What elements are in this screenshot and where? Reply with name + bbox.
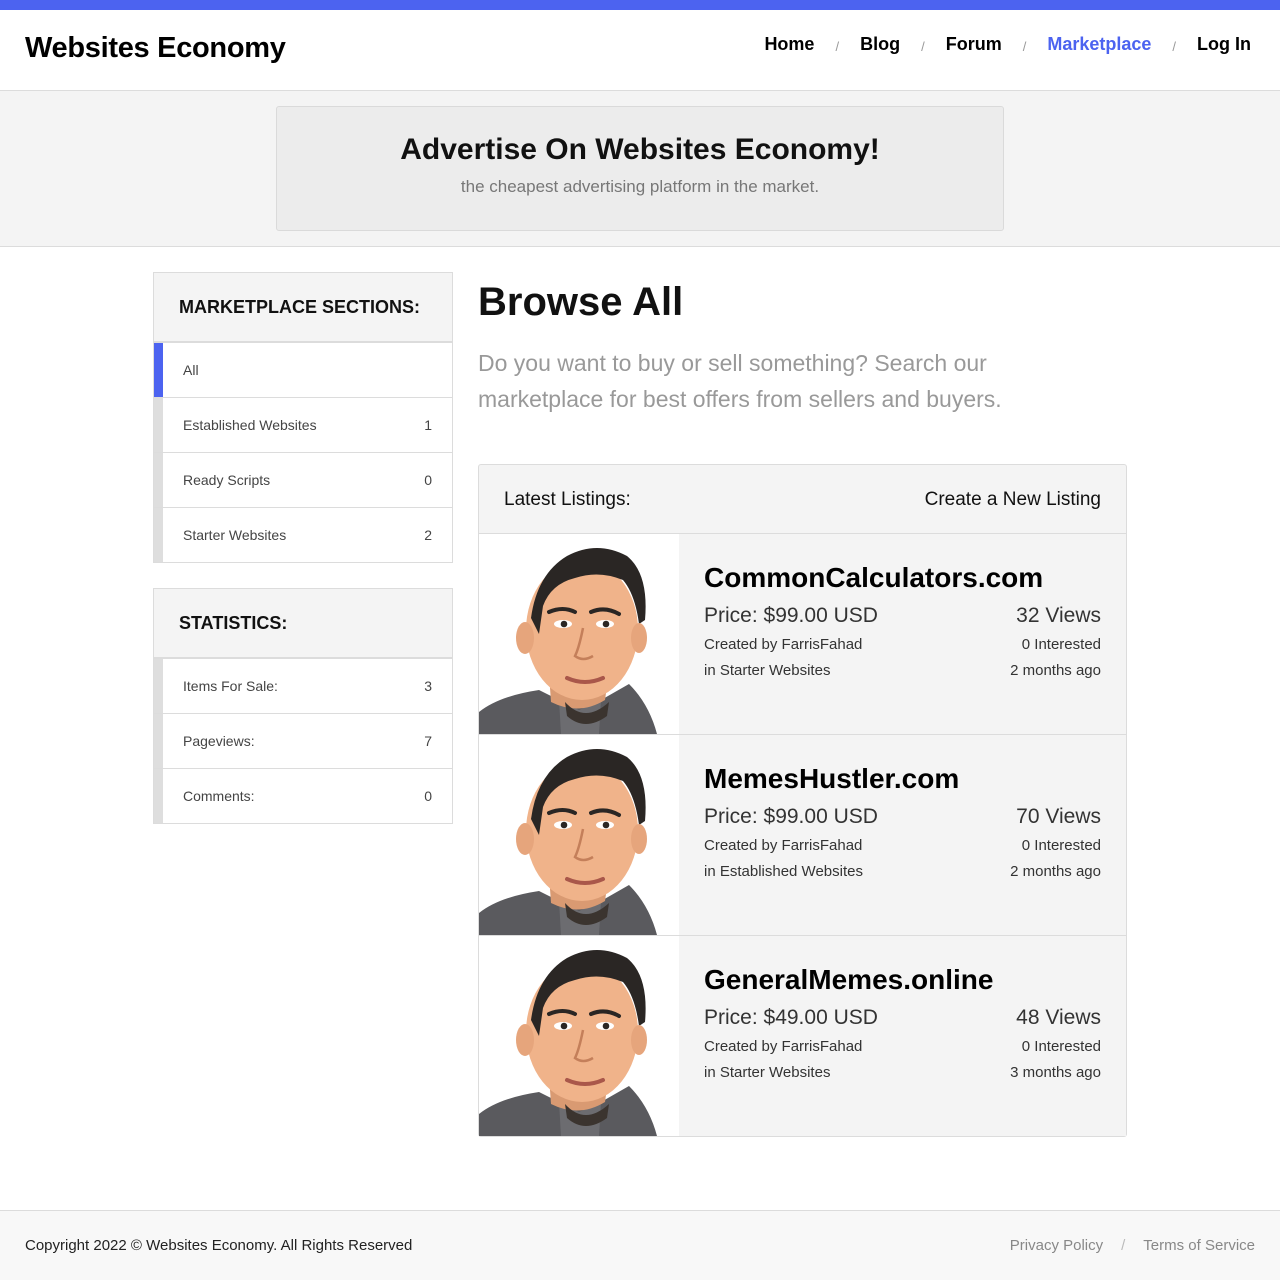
- main-nav: Home / Blog / Forum / Marketplace / Log …: [764, 34, 1251, 55]
- ad-banner-section: Advertise On Websites Economy! the cheap…: [0, 91, 1280, 247]
- terms-of-service-link[interactable]: Terms of Service: [1143, 1237, 1255, 1254]
- listing-title[interactable]: GeneralMemes.online: [704, 964, 993, 996]
- site-footer: Copyright 2022 © Websites Economy. All R…: [0, 1210, 1280, 1280]
- banner-subtitle: the cheapest advertising platform in the…: [460, 177, 820, 196]
- avatar-illustration: [479, 534, 679, 734]
- section-item-established-websites[interactable]: Established Websites 1: [154, 397, 452, 452]
- stat-label: Pageviews:: [183, 733, 255, 749]
- nav-separator: /: [921, 39, 925, 54]
- nav-blog[interactable]: Blog: [860, 34, 900, 55]
- listing-title[interactable]: CommonCalculators.com: [704, 562, 1043, 594]
- avatar-illustration: [479, 735, 679, 935]
- listing-interested: 0 Interested: [1021, 837, 1101, 854]
- stat-value: 7: [424, 733, 432, 749]
- copyright-text: Copyright 2022 © Websites Economy. All R…: [25, 1237, 413, 1254]
- listing-age: 3 months ago: [1010, 1064, 1101, 1081]
- section-label: Starter Websites: [183, 527, 287, 543]
- listing-views: 48 Views: [1016, 1006, 1101, 1029]
- section-label: All: [183, 362, 199, 378]
- stat-label: Items For Sale:: [183, 678, 278, 694]
- listing-interested: 0 Interested: [1021, 1038, 1101, 1055]
- nav-forum[interactable]: Forum: [946, 34, 1002, 55]
- section-label: Ready Scripts: [183, 472, 271, 488]
- listing-price: Price: $99.00 USD: [704, 604, 878, 627]
- site-header: Websites Economy Home / Blog / Forum / M…: [0, 10, 1280, 91]
- nav-separator: /: [835, 39, 840, 54]
- listing-row[interactable]: CommonCalculators.com Price: $99.00 USD …: [479, 534, 1126, 735]
- footer-separator: /: [1121, 1237, 1126, 1254]
- section-count: 1: [424, 417, 432, 433]
- section-label: Established Websites: [183, 417, 317, 433]
- footer-links: Privacy Policy / Terms of Service: [1010, 1237, 1255, 1254]
- marketplace-sections-panel: MARKETPLACE SECTIONS: All Established We…: [153, 272, 453, 563]
- stat-value: 3: [424, 678, 432, 694]
- stat-value: 0: [424, 788, 432, 804]
- page-subtitle: Do you want to buy or sell something? Se…: [478, 350, 1002, 412]
- ad-banner[interactable]: Advertise On Websites Economy! the cheap…: [276, 106, 1004, 231]
- panel-heading: STATISTICS:: [154, 589, 452, 658]
- listing-category: in Established Websites: [704, 863, 863, 880]
- nav-marketplace[interactable]: Marketplace: [1047, 34, 1151, 55]
- stat-label: Comments:: [183, 788, 255, 804]
- privacy-policy-link[interactable]: Privacy Policy: [1010, 1237, 1103, 1254]
- seller-avatar[interactable]: [479, 936, 679, 1136]
- main-content: Browse All Do you want to buy or sell so…: [478, 272, 1127, 1137]
- listings-heading: Latest Listings:: [504, 489, 631, 510]
- stat-pageviews: Pageviews: 7: [154, 713, 452, 768]
- listing-title[interactable]: MemesHustler.com: [704, 763, 959, 795]
- section-item-ready-scripts[interactable]: Ready Scripts 0: [154, 452, 452, 507]
- banner-title: Advertise On Websites Economy!: [400, 133, 880, 166]
- site-logo[interactable]: Websites Economy: [25, 32, 286, 65]
- statistics-panel: STATISTICS: Items For Sale: 3 Pageviews:…: [153, 588, 453, 824]
- listing-category: in Starter Websites: [704, 1064, 831, 1081]
- seller-avatar[interactable]: [479, 735, 679, 935]
- nav-separator: /: [1022, 39, 1027, 54]
- section-count: 2: [424, 527, 432, 543]
- listing-author: Created by FarrisFahad: [704, 837, 863, 854]
- listing-category: in Starter Websites: [704, 662, 831, 679]
- listing-row[interactable]: GeneralMemes.online Price: $49.00 USD 48…: [479, 936, 1126, 1136]
- create-listing-link[interactable]: Create a New Listing: [925, 489, 1101, 511]
- listing-views: 70 Views: [1016, 805, 1101, 828]
- listing-author: Created by FarrisFahad: [704, 1038, 863, 1055]
- listing-age: 2 months ago: [1010, 863, 1101, 880]
- avatar-illustration: [479, 936, 679, 1136]
- seller-avatar[interactable]: [479, 534, 679, 734]
- section-count: 0: [424, 472, 432, 488]
- latest-listings-panel: Latest Listings: Create a New Listing Co…: [478, 464, 1127, 1137]
- panel-heading: MARKETPLACE SECTIONS:: [154, 273, 452, 342]
- stat-comments: Comments: 0: [154, 768, 452, 823]
- listing-row[interactable]: MemesHustler.com Price: $99.00 USD 70 Vi…: [479, 735, 1126, 936]
- listings-header: Latest Listings: Create a New Listing: [479, 465, 1126, 534]
- nav-home[interactable]: Home: [764, 34, 814, 55]
- stat-items-for-sale: Items For Sale: 3: [154, 658, 452, 713]
- section-item-all[interactable]: All: [154, 342, 452, 397]
- listing-price: Price: $49.00 USD: [704, 1006, 878, 1029]
- listing-interested: 0 Interested: [1021, 636, 1101, 653]
- listing-author: Created by FarrisFahad: [704, 636, 863, 653]
- listing-views: 32 Views: [1016, 604, 1101, 627]
- sidebar: MARKETPLACE SECTIONS: All Established We…: [153, 272, 453, 849]
- listing-age: 2 months ago: [1010, 662, 1101, 679]
- listing-price: Price: $99.00 USD: [704, 805, 878, 828]
- page-title: Browse All: [478, 280, 684, 324]
- section-item-starter-websites[interactable]: Starter Websites 2: [154, 507, 452, 562]
- top-accent-bar: [0, 0, 1280, 10]
- nav-separator: /: [1172, 39, 1177, 54]
- nav-login[interactable]: Log In: [1197, 34, 1251, 55]
